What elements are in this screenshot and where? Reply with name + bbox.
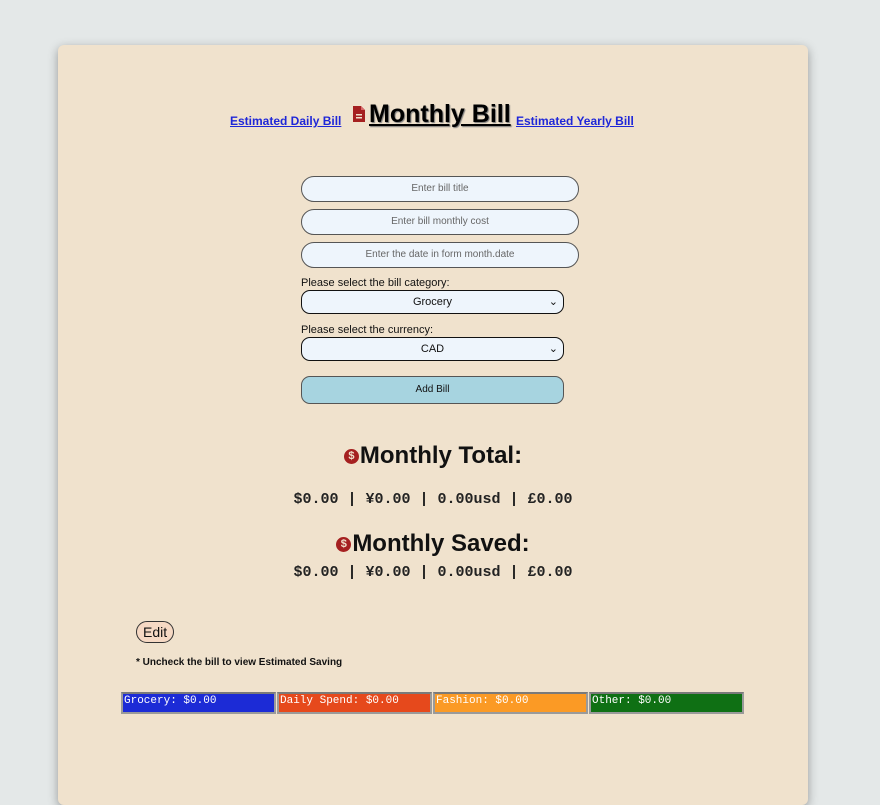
dollar-icon: $	[343, 449, 359, 464]
main-card: Estimated Daily Bill Monthly Bill Estima…	[58, 45, 808, 805]
dollar-icon: $	[336, 537, 352, 552]
category-selected-value: Grocery	[412, 296, 453, 308]
edit-button[interactable]: Edit	[136, 621, 175, 643]
category-daily-spend: Daily Spend: $0.00	[277, 692, 432, 714]
category-select[interactable]: Grocery ⌄	[301, 290, 564, 314]
monthly-saved-heading: $ Monthly Saved:	[58, 530, 808, 558]
currency-select[interactable]: CAD ⌄	[301, 337, 564, 361]
bill-title-input[interactable]: Enter bill title	[301, 176, 579, 202]
page-title: Monthly Bill	[369, 100, 511, 128]
top-nav: Estimated Daily Bill Monthly Bill Estima…	[58, 100, 808, 140]
estimated-yearly-bill-link[interactable]: Estimated Yearly Bill	[516, 114, 634, 128]
chevron-down-icon: ⌄	[548, 296, 558, 308]
monthly-total-label: Monthly Total:	[359, 442, 523, 469]
category-summary-bar: Grocery: $0.00 Daily Spend: $0.00 Fashio…	[121, 692, 745, 714]
category-fashion: Fashion: $0.00	[433, 692, 588, 714]
estimated-saving-note: * Uncheck the bill to view Estimated Sav…	[136, 657, 343, 668]
monthly-saved-label: Monthly Saved:	[352, 530, 530, 557]
estimated-daily-bill-link[interactable]: Estimated Daily Bill	[230, 114, 341, 128]
bill-date-input[interactable]: Enter the date in form month.date	[301, 242, 579, 268]
category-label: Please select the bill category:	[301, 277, 450, 289]
category-other: Other: $0.00	[589, 692, 744, 714]
currency-selected-value: CAD	[420, 343, 445, 355]
monthly-saved-values: $0.00 | ¥0.00 | 0.00usd | £0.00	[293, 564, 573, 581]
monthly-total-values: $0.00 | ¥0.00 | 0.00usd | £0.00	[293, 491, 573, 508]
currency-label: Please select the currency:	[301, 324, 434, 336]
add-bill-button[interactable]: Add Bill	[301, 376, 564, 404]
category-grocery: Grocery: $0.00	[121, 692, 276, 714]
bill-cost-input[interactable]: Enter bill monthly cost	[301, 209, 579, 235]
monthly-total-heading: $ Monthly Total:	[58, 442, 808, 470]
chevron-down-icon: ⌄	[548, 343, 558, 355]
document-icon	[353, 106, 365, 122]
